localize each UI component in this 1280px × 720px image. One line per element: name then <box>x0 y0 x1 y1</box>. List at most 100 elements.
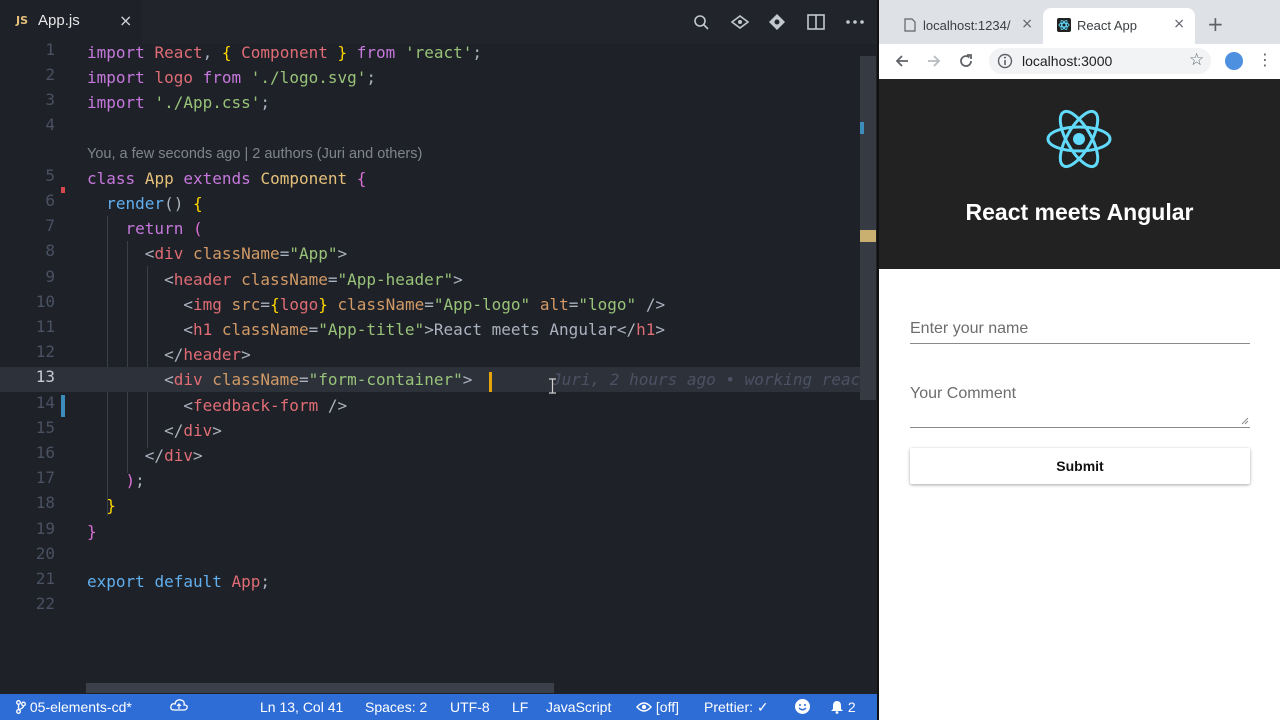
git-branch-icon <box>16 700 26 714</box>
browser-toolbar: localhost:3000 ☆ ⋮ <box>879 44 1280 78</box>
line-number: 17 <box>35 468 55 487</box>
code-line[interactable]: 5 class App extends Component { <box>0 166 860 191</box>
code-line[interactable]: 21 export default App; <box>0 569 860 594</box>
language-mode[interactable]: JavaScript <box>546 699 611 715</box>
overview-ruler-cursor-marker <box>860 230 876 242</box>
react-logo-icon <box>1046 109 1112 169</box>
encoding[interactable]: UTF-8 <box>450 699 490 715</box>
code-line-active[interactable]: 13 <div className="form-container"> Juri,… <box>0 367 860 392</box>
line-number: 3 <box>45 90 55 109</box>
app-header: React meets Angular <box>879 79 1280 269</box>
feedback-smiley-icon[interactable] <box>794 698 811 718</box>
page-icon <box>904 18 916 32</box>
code-line[interactable]: 14 <feedback-form /> <box>0 393 860 418</box>
code-line[interactable]: 4 <box>0 115 860 140</box>
address-bar[interactable]: localhost:3000 ☆ <box>989 48 1211 74</box>
tab-title: React App <box>1077 18 1137 33</box>
line-number: 16 <box>35 443 55 462</box>
react-favicon-icon <box>1057 18 1071 32</box>
line-number: 9 <box>45 267 55 286</box>
line-number: 15 <box>35 418 55 437</box>
bell-icon <box>831 701 843 714</box>
line-number: 21 <box>35 569 55 588</box>
reload-icon[interactable] <box>955 50 977 72</box>
tab-title: localhost:1234/ <box>923 18 1011 33</box>
line-number: 14 <box>35 393 55 412</box>
more-actions-icon[interactable] <box>843 10 867 34</box>
tab-app-js[interactable]: JS App.js × <box>0 0 142 44</box>
text-cursor <box>489 372 492 392</box>
code-line[interactable]: 22 <box>0 594 860 619</box>
url-text: localhost:3000 <box>1022 53 1113 69</box>
code-editor[interactable]: JS App.js × 1 import React, { Component }… <box>0 0 877 720</box>
code-line[interactable]: 7 return ( <box>0 216 860 241</box>
git-blame-codelens[interactable]: You, a few seconds ago | 2 authors (Juri… <box>87 146 422 162</box>
resize-handle-icon[interactable] <box>1241 417 1249 425</box>
line-number: 18 <box>35 493 55 512</box>
new-tab-button[interactable]: + <box>1207 12 1224 36</box>
browser-tab-react-app[interactable]: React App × <box>1043 8 1195 44</box>
code-line[interactable]: 10 <img src={logo} className="App-logo" … <box>0 292 860 317</box>
forward-arrow-icon[interactable] <box>923 50 945 72</box>
editor-tab-bar: JS App.js × <box>0 0 877 44</box>
line-number: 2 <box>45 65 55 84</box>
bookmark-star-icon[interactable]: ☆ <box>1189 50 1204 70</box>
submit-button[interactable]: Submit <box>910 448 1250 484</box>
notification-count: 2 <box>847 699 856 715</box>
code-line[interactable]: 3 import './App.css'; <box>0 90 860 115</box>
profile-avatar[interactable] <box>1225 52 1243 70</box>
sync-cloud-icon[interactable] <box>170 698 188 715</box>
code-line[interactable]: 12 </header> <box>0 342 860 367</box>
line-number: 20 <box>35 544 55 563</box>
git-lens-icon[interactable] <box>728 10 752 34</box>
line-number: 12 <box>35 342 55 361</box>
code-line[interactable]: 15 </div> <box>0 418 860 443</box>
code-line[interactable]: 11 <h1 className="App-title">React meets… <box>0 317 860 342</box>
code-line[interactable]: 2 import logo from './logo.svg'; <box>0 65 860 90</box>
split-editor-icon[interactable] <box>804 10 828 34</box>
javascript-file-icon: JS <box>16 14 29 27</box>
info-icon[interactable] <box>997 53 1013 69</box>
cursor-position[interactable]: Ln 13, Col 41 <box>260 699 343 715</box>
code-line[interactable]: 17 ); <box>0 468 860 493</box>
code-line[interactable]: 19} <box>0 519 860 544</box>
line-endings[interactable]: LF <box>512 699 528 715</box>
code-line[interactable]: 1 import React, { Component } from 'react… <box>0 40 860 65</box>
open-changes-icon[interactable] <box>689 10 713 34</box>
close-icon[interactable]: × <box>119 11 132 30</box>
comment-textarea[interactable]: Your Comment <box>910 383 1250 428</box>
comment-placeholder: Your Comment <box>910 385 1017 402</box>
browser-tab-localhost-1234[interactable]: localhost:1234/ × <box>889 8 1043 44</box>
line-number: 6 <box>45 191 55 210</box>
tab-filename: App.js <box>38 12 80 29</box>
status-bar: 05-elements-cd* Ln 13, Col 41 Spaces: 2 … <box>0 694 877 720</box>
page-title: React meets Angular <box>965 199 1194 225</box>
horizontal-scrollbar[interactable] <box>86 683 554 693</box>
branch-name: 05-elements-cd* <box>29 699 132 715</box>
close-icon[interactable]: × <box>1021 16 1033 32</box>
live-share-status[interactable]: [off] <box>636 699 679 715</box>
notifications[interactable]: 2 <box>830 699 856 715</box>
line-number: 8 <box>45 241 55 260</box>
code-line[interactable]: 9 <header className="App-header"> <box>0 267 860 292</box>
prettier-status[interactable]: Prettier: ✓ <box>704 699 769 716</box>
line-number: 11 <box>35 317 55 336</box>
vertical-scrollbar[interactable] <box>860 56 876 400</box>
git-branch-indicator[interactable]: 05-elements-cd* <box>16 699 132 715</box>
back-arrow-icon[interactable] <box>891 50 913 72</box>
line-number: 22 <box>35 594 55 613</box>
code-line[interactable]: 18 } <box>0 493 860 518</box>
line-number: 7 <box>45 216 55 235</box>
text-ibeam-cursor-icon <box>549 378 556 394</box>
git-compare-icon[interactable] <box>765 10 789 34</box>
name-input[interactable]: Enter your name <box>910 318 1250 344</box>
code-line[interactable]: 16 </div> <box>0 443 860 468</box>
code-line[interactable]: 6 render() { <box>0 191 860 216</box>
live-status-text: [off] <box>655 699 679 715</box>
indentation[interactable]: Spaces: 2 <box>365 699 427 715</box>
browser-menu-icon[interactable]: ⋮ <box>1257 50 1273 69</box>
code-line[interactable]: 8 <div className="App"> <box>0 241 860 266</box>
close-icon[interactable]: × <box>1173 16 1185 32</box>
line-number: 1 <box>45 40 55 59</box>
code-line[interactable]: 20 <box>0 544 860 569</box>
